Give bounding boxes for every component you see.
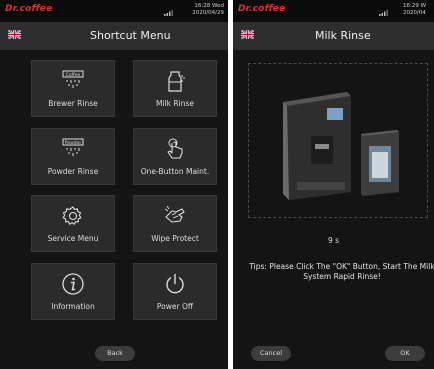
power-off-button[interactable]: Power Off — [133, 263, 217, 320]
touch-hand-icon — [167, 138, 183, 159]
status-bar: Dr.coffee 16:28 Wed 2020/04/29 — [0, 0, 228, 22]
status-clock: 16:28 Wed 2020/04/29 — [192, 3, 224, 17]
title-bar: Milk Rinse — [233, 22, 434, 50]
page-title: Milk Rinse — [315, 29, 371, 42]
tips-text-line-1: Tips: Please Click The "OK" Button, Star… — [249, 262, 434, 271]
status-bar: Dr.coffee 16:29 W 2020/04 — [233, 0, 434, 22]
milk-rinse-screen: Dr.coffee 16:29 W 2020/04 Milk Rinse 9 s… — [233, 0, 434, 369]
brewer-rinse-icon: Coffee — [62, 70, 84, 88]
powder-rinse-label: Powder Rinse — [47, 167, 99, 176]
brewer-rinse-icon-text: Coffee — [66, 72, 81, 78]
countdown-timer: 9 s — [327, 236, 340, 245]
shortcut-menu-screen: Dr.coffee 16:28 Wed 2020/04/29 Shortcut … — [0, 0, 228, 369]
tips-text-line-2: System Rapid Rinse! — [303, 272, 381, 281]
status-time: 16:29 W — [403, 3, 427, 9]
brewer-rinse-label: Brewer Rinse — [48, 99, 98, 108]
one-button-maint-button[interactable]: One-Button Maint. — [133, 128, 217, 185]
wipe-protect-label: Wipe Protect — [151, 234, 199, 243]
status-date: 2020/04/29 — [192, 10, 224, 16]
information-button[interactable]: Information — [31, 263, 115, 320]
information-label: Information — [51, 302, 95, 311]
status-date: 2020/04 — [403, 10, 426, 16]
page-title: Shortcut Menu — [90, 29, 171, 42]
milk-rinse-label: Milk Rinse — [156, 99, 194, 108]
milk-rinse-icon — [168, 71, 185, 92]
back-button[interactable]: Back — [95, 346, 135, 361]
power-off-label: Power Off — [156, 302, 194, 311]
uk-flag-icon[interactable] — [241, 30, 254, 39]
gear-icon — [62, 206, 82, 225]
status-time: 16:28 Wed — [194, 3, 224, 9]
milk-rinse-button[interactable]: Milk Rinse — [133, 60, 217, 117]
wipe-protect-button[interactable]: Wipe Protect — [133, 195, 217, 252]
status-clock: 16:29 W 2020/04 — [403, 3, 426, 17]
wipe-hand-icon — [164, 205, 185, 223]
power-icon — [166, 273, 184, 294]
one-button-maint-label: One-Button Maint. — [140, 167, 210, 176]
title-bar: Shortcut Menu — [0, 22, 228, 50]
powder-rinse-icon-text: Powder — [65, 140, 82, 146]
wifi-icon — [164, 10, 173, 16]
powder-rinse-icon: Powder — [62, 138, 84, 156]
cancel-button[interactable]: Cancel — [251, 346, 291, 361]
brand-logo: Dr.coffee — [238, 4, 286, 14]
ok-button[interactable]: OK — [385, 346, 425, 361]
brewer-rinse-button[interactable]: Coffee Brewer Rinse — [31, 60, 115, 117]
machine-image-frame — [248, 63, 428, 218]
service-menu-label: Service Menu — [47, 234, 99, 243]
brand-logo: Dr.coffee — [5, 4, 53, 14]
info-icon — [62, 273, 84, 295]
wifi-icon — [379, 10, 388, 16]
coffee-machine-illustration — [283, 92, 399, 200]
powder-rinse-button[interactable]: Powder Powder Rinse — [31, 128, 115, 185]
service-menu-button[interactable]: Service Menu — [31, 195, 115, 252]
uk-flag-icon[interactable] — [8, 30, 21, 39]
